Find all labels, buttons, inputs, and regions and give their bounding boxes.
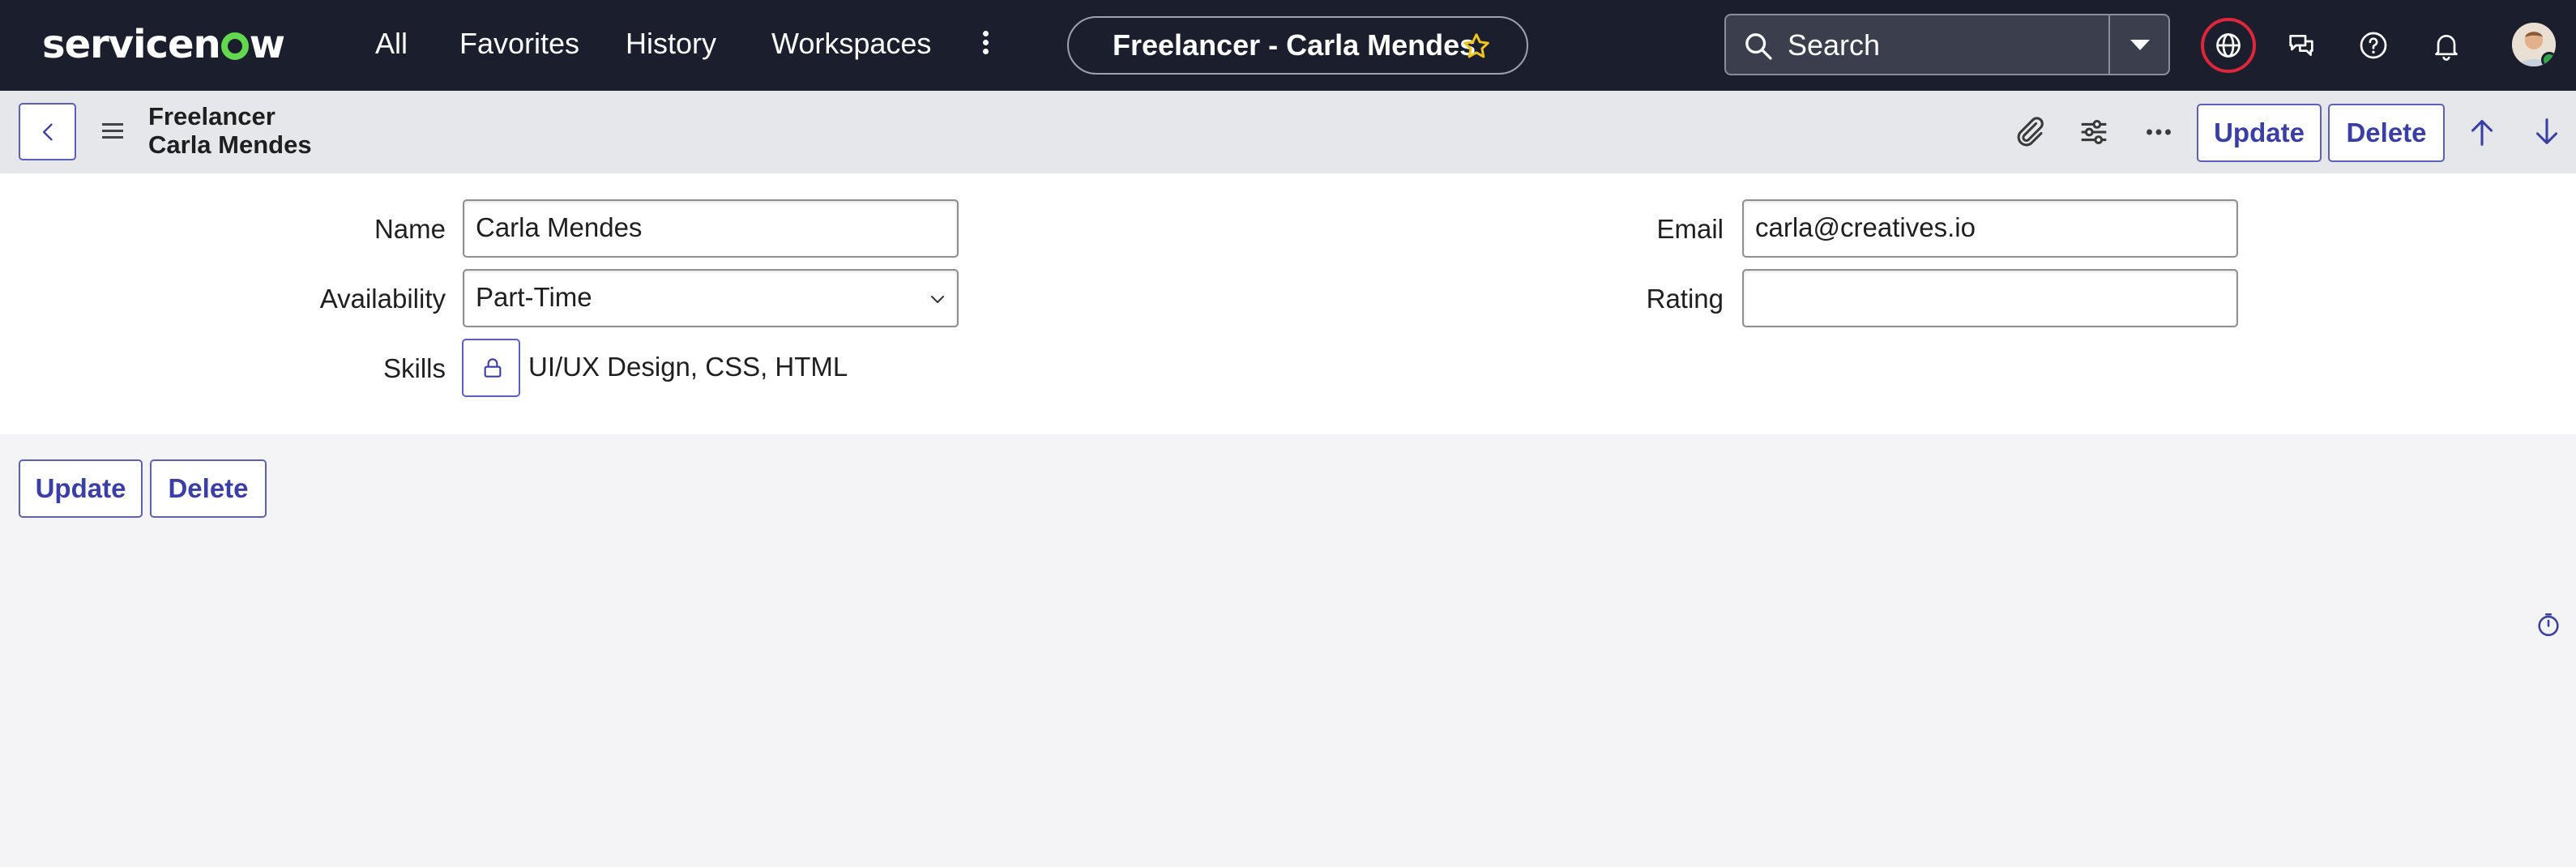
- email-field[interactable]: carla@creatives.io: [1742, 199, 2238, 258]
- record-title: Freelancer - Carla Mendes: [1113, 28, 1476, 62]
- arrow-down-icon[interactable]: [2528, 113, 2565, 151]
- availability-label: Availability: [319, 284, 446, 314]
- availability-value: Part-Time: [476, 282, 592, 312]
- chat-icon[interactable]: [2274, 18, 2329, 73]
- nav-favorites[interactable]: Favorites: [459, 23, 579, 65]
- rating-field[interactable]: [1742, 269, 2238, 327]
- nav-workspaces[interactable]: Workspaces: [771, 23, 931, 65]
- chevron-down-icon: [931, 296, 944, 303]
- global-search[interactable]: Search: [1724, 14, 2170, 75]
- skills-value: UI/UX Design, CSS, HTML: [528, 352, 848, 382]
- more-icon[interactable]: [2140, 113, 2177, 151]
- header-update-button[interactable]: Update: [2197, 104, 2322, 162]
- timer-icon[interactable]: [2535, 611, 2562, 639]
- search-icon: [1745, 33, 1772, 60]
- search-scope-dropdown[interactable]: [2108, 15, 2168, 74]
- star-icon[interactable]: [1462, 32, 1491, 61]
- name-field[interactable]: Carla Mendes: [463, 199, 959, 258]
- bell-icon[interactable]: [2419, 18, 2474, 73]
- rating-label: Rating: [1646, 284, 1724, 314]
- servicenow-logo[interactable]: servicen w: [42, 18, 285, 71]
- name-label: Name: [374, 214, 446, 244]
- record-table-name: Freelancer: [148, 102, 276, 130]
- form-header: Freelancer Carla Mendes Update Delete: [0, 91, 2576, 173]
- top-navigation: servicen w All Favorites History Workspac…: [0, 0, 2576, 91]
- footer-update-button[interactable]: Update: [19, 459, 143, 518]
- help-icon[interactable]: [2346, 18, 2401, 73]
- sliders-icon[interactable]: [2075, 113, 2112, 151]
- back-icon: [43, 123, 53, 141]
- nav-all[interactable]: All: [375, 23, 408, 65]
- nav-history[interactable]: History: [626, 23, 716, 65]
- user-avatar[interactable]: [2512, 23, 2556, 66]
- footer-delete-button[interactable]: Delete: [150, 459, 267, 518]
- back-button[interactable]: [19, 103, 76, 160]
- skills-lock-button[interactable]: [462, 339, 520, 397]
- context-menu-icon[interactable]: [102, 123, 123, 143]
- header-delete-button[interactable]: Delete: [2328, 104, 2445, 162]
- presence-status: [2541, 52, 2556, 66]
- lock-icon: [484, 358, 502, 378]
- email-label: Email: [1656, 214, 1724, 244]
- globe-icon[interactable]: [2201, 18, 2256, 73]
- more-menu-icon[interactable]: [969, 28, 1002, 63]
- arrow-up-icon[interactable]: [2463, 113, 2501, 151]
- record-heading: Freelancer Carla Mendes: [148, 102, 312, 159]
- form-body: Name Carla Mendes Availability Part-Time…: [0, 173, 2576, 434]
- record-title-pill[interactable]: Freelancer - Carla Mendes: [1067, 16, 1528, 75]
- paperclip-icon[interactable]: [2010, 113, 2048, 151]
- record-display-name: Carla Mendes: [148, 130, 312, 159]
- availability-select[interactable]: Part-Time: [463, 269, 959, 327]
- search-input[interactable]: Search: [1788, 25, 1880, 66]
- skills-label: Skills: [382, 353, 446, 383]
